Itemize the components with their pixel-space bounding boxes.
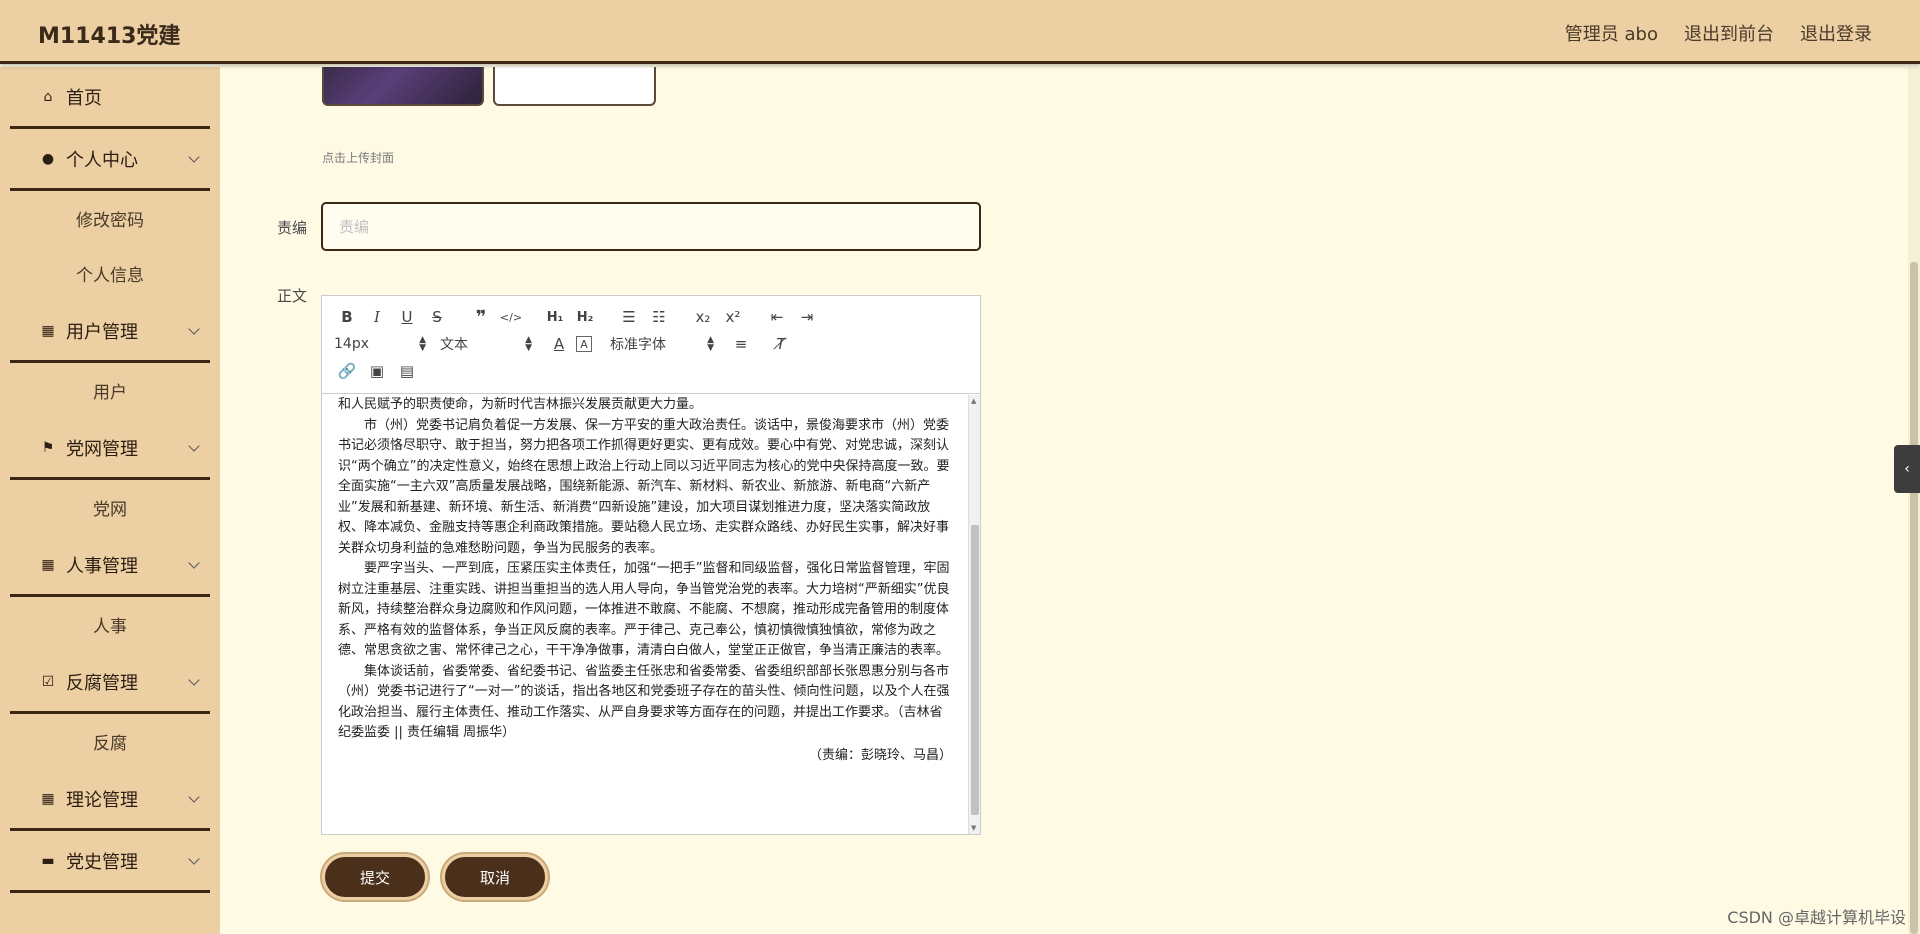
editor-toolbar: B I U S ❞ </> H₁ H₂ ☰ ☷ x₂ x² ⇤ ⇥ 14px ▲… bbox=[322, 296, 980, 394]
page-scrollbar-thumb[interactable] bbox=[1910, 262, 1918, 934]
grid-icon: ▦ bbox=[41, 556, 55, 573]
strikethrough-icon[interactable]: S bbox=[424, 306, 450, 328]
clear-format-icon[interactable]: T̸ bbox=[768, 333, 794, 355]
logout-link[interactable]: 退出登录 bbox=[1800, 20, 1872, 46]
bold-icon[interactable]: B bbox=[334, 306, 360, 328]
sidebar-subitem-party-net[interactable]: 党网 bbox=[0, 480, 220, 535]
chevron-down-icon bbox=[188, 791, 200, 803]
brand-title: M11413党建 bbox=[38, 24, 181, 49]
editor-input[interactable] bbox=[321, 202, 981, 251]
block-type-select[interactable]: 文本 ▲ ▼ bbox=[440, 333, 532, 355]
bullet-list-icon[interactable]: ☷ bbox=[646, 306, 672, 328]
body-field-label: 正文 bbox=[277, 287, 308, 305]
sidebar-item-personal-center[interactable]: ● 个人中心 bbox=[10, 129, 210, 191]
watermark: CSDN @卓越计算机毕设 bbox=[1727, 908, 1906, 927]
ordered-list-icon[interactable]: ☰ bbox=[616, 306, 642, 328]
top-header: M11413党建 管理员 abo 退出到前台 退出登录 bbox=[0, 0, 1920, 64]
select-arrows-icon: ▲ ▼ bbox=[419, 335, 426, 353]
sidebar-item-personnel-management[interactable]: ▦ 人事管理 bbox=[10, 535, 210, 597]
chat-icon: ▬ bbox=[41, 852, 55, 869]
sidebar-item-party-net-management[interactable]: ⚑ 党网管理 bbox=[10, 418, 210, 480]
superscript-icon[interactable]: x² bbox=[720, 306, 746, 328]
select-arrows-icon: ▲ ▼ bbox=[525, 335, 532, 353]
sidebar-subitem-personal-info[interactable]: 个人信息 bbox=[0, 246, 220, 301]
content-editor-credit: （责编：彭晓玲、马昌） bbox=[808, 747, 952, 763]
sidebar-item-anti-corruption-management[interactable]: ☑ 反腐管理 bbox=[10, 652, 210, 714]
heading-2-icon[interactable]: H₂ bbox=[572, 306, 598, 328]
content-paragraph: 市（州）党委书记肩负着促一方发展、保一方平安的重大政治责任。谈话中，景俊海要求市… bbox=[338, 417, 950, 556]
scrollbar-thumb[interactable] bbox=[971, 525, 979, 815]
page-scrollbar[interactable] bbox=[1908, 67, 1920, 934]
sidebar-item-theory-management[interactable]: ▦ 理论管理 bbox=[10, 769, 210, 831]
user-icon: ● bbox=[41, 150, 55, 167]
scroll-up-icon[interactable]: ▲ bbox=[971, 397, 976, 405]
chevron-down-icon bbox=[188, 674, 200, 686]
chevron-down-icon bbox=[188, 853, 200, 865]
admin-user-label: 管理员 abo bbox=[1564, 24, 1658, 45]
header-actions: 管理员 abo 退出到前台 退出登录 bbox=[1565, 20, 1872, 46]
sidebar-item-party-history-management[interactable]: ▬ 党史管理 bbox=[10, 831, 210, 893]
sidebar: ⌂ 首页 ● 个人中心 修改密码 个人信息 ▦ 用户管理 用户 ⚑ 党网管理 党… bbox=[0, 67, 220, 934]
subscript-icon[interactable]: x₂ bbox=[690, 306, 716, 328]
underline-icon[interactable]: U bbox=[394, 306, 420, 328]
image-icon[interactable]: ▣ bbox=[364, 360, 390, 382]
chevron-down-icon bbox=[188, 323, 200, 335]
font-family-select[interactable]: 标准字体 ▲ ▼ bbox=[610, 333, 714, 355]
outdent-icon[interactable]: ⇤ bbox=[764, 306, 790, 328]
select-arrows-icon: ▲ ▼ bbox=[707, 335, 714, 353]
heading-1-icon[interactable]: H₁ bbox=[542, 306, 568, 328]
indent-icon[interactable]: ⇥ bbox=[794, 306, 820, 328]
chevron-down-icon bbox=[188, 440, 200, 452]
link-icon[interactable]: 🔗 bbox=[334, 360, 360, 382]
background-color-icon[interactable]: A bbox=[576, 336, 592, 352]
clipboard-check-icon: ☑ bbox=[41, 673, 55, 690]
editor-field-label: 责编 bbox=[277, 219, 308, 237]
video-icon[interactable]: ▤ bbox=[394, 360, 420, 382]
rich-text-editor: B I U S ❞ </> H₁ H₂ ☰ ☷ x₂ x² ⇤ ⇥ 14px ▲… bbox=[321, 295, 981, 835]
main-content: 点击上传封面 责编 正文 B I U S ❞ </> H₁ H₂ ☰ ☷ x₂ … bbox=[220, 67, 1920, 934]
content-paragraph: 要严字当头、一严到底，压紧压实主体责任，加强“一把手”监督和同级监督，强化日常监… bbox=[338, 561, 950, 658]
font-color-icon[interactable]: A bbox=[546, 333, 572, 355]
blockquote-icon[interactable]: ❞ bbox=[468, 306, 494, 328]
chevron-down-icon bbox=[188, 557, 200, 569]
grid-icon: ▦ bbox=[41, 322, 55, 339]
cancel-button[interactable]: 取消 bbox=[442, 854, 548, 900]
chevron-down-icon bbox=[188, 151, 200, 163]
cover-image-preview[interactable] bbox=[322, 67, 484, 106]
content-paragraph: 和人民赋予的职责使命，为新时代吉林振兴发展贡献更大力量。 bbox=[338, 397, 703, 412]
grid-icon: ▦ bbox=[41, 790, 55, 807]
sidebar-subitem-personnel[interactable]: 人事 bbox=[0, 597, 220, 652]
sidebar-item-user-management[interactable]: ▦ 用户管理 bbox=[10, 301, 210, 363]
sidebar-subitem-change-password[interactable]: 修改密码 bbox=[0, 191, 220, 246]
editor-scrollbar[interactable]: ▲ ▼ bbox=[968, 395, 980, 834]
italic-icon[interactable]: I bbox=[364, 306, 390, 328]
upload-cover-hint[interactable]: 点击上传封面 bbox=[322, 149, 394, 166]
sidebar-subitem-user[interactable]: 用户 bbox=[0, 363, 220, 418]
code-block-icon[interactable]: </> bbox=[498, 306, 524, 328]
scroll-down-icon[interactable]: ▼ bbox=[971, 824, 976, 832]
home-icon: ⌂ bbox=[43, 88, 53, 105]
sidebar-subitem-anti-corruption[interactable]: 反腐 bbox=[0, 714, 220, 769]
sidebar-item-home[interactable]: ⌂ 首页 bbox=[10, 67, 210, 129]
align-icon[interactable]: ≡ bbox=[728, 333, 754, 355]
side-panel-toggle-chevron-left-icon[interactable]: ‹ bbox=[1894, 445, 1920, 493]
cover-upload-box[interactable] bbox=[493, 67, 656, 106]
submit-button[interactable]: 提交 bbox=[322, 854, 428, 900]
flag-icon: ⚑ bbox=[41, 439, 55, 456]
font-size-select[interactable]: 14px ▲ ▼ bbox=[334, 333, 426, 355]
content-paragraph: 集体谈话前，省委常委、省纪委书记、省监委主任张忠和省委常委、省委组织部部长张恩惠… bbox=[338, 663, 950, 741]
editor-content[interactable]: 和人民赋予的职责使命，为新时代吉林振兴发展贡献更大力量。 市（州）党委书记肩负着… bbox=[322, 395, 970, 834]
exit-to-front-link[interactable]: 退出到前台 bbox=[1684, 20, 1774, 46]
